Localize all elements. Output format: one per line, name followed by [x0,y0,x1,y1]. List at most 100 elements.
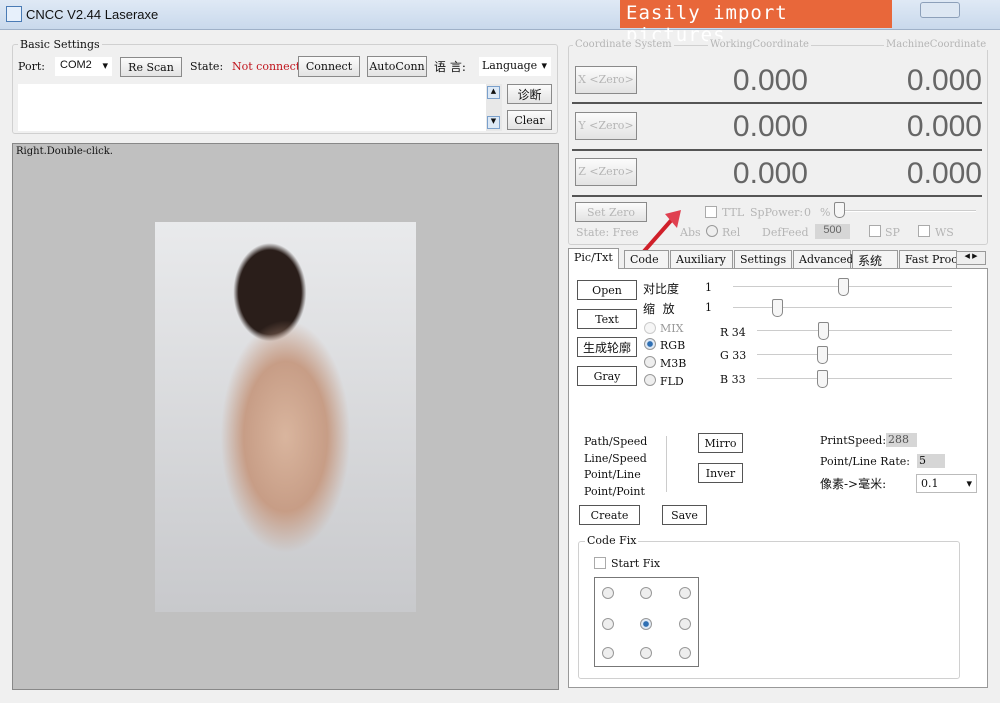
r-label: R [720,326,729,339]
imported-photo [155,222,416,612]
create-button[interactable]: Create [579,505,640,525]
chevron-down-icon: ▾ [966,477,972,490]
open-button[interactable]: Open [577,280,637,300]
r-slider[interactable] [757,330,952,332]
b-value: 33 [731,373,746,386]
text-button[interactable]: Text [577,309,637,329]
y-machine-value: 0.000 [906,110,982,143]
tab-fast-proc[interactable]: Fast Proc [899,250,957,269]
ws-checkbox[interactable] [918,225,930,237]
scale-slider-thumb[interactable] [771,299,783,317]
origin-radio-br[interactable] [679,647,691,659]
rel-radio-label: Rel [722,226,741,239]
b-slider-thumb[interactable] [817,370,828,388]
z-zero-button[interactable]: Z <Zero> [575,158,637,186]
tab-settings[interactable]: Settings [734,250,792,269]
sp-label: SP [885,226,900,239]
px-mm-label: 像素->毫米: [820,477,887,491]
save-button[interactable]: Save [662,505,707,525]
x-working-value: 0.000 [732,64,808,97]
z-working-value: 0.000 [732,157,808,190]
autoconn-button[interactable]: AutoConn [367,56,427,77]
scroll-up-icon[interactable]: ▲ [487,86,500,99]
path-speed-stat: Path/Speed [584,435,648,448]
start-fix-checkbox[interactable] [594,557,606,569]
origin-radio-tl[interactable] [602,587,614,599]
origin-radio-mr[interactable] [679,618,691,630]
connect-button[interactable]: Connect [298,56,360,77]
origin-radio-bl[interactable] [602,647,614,659]
ttl-label: TTL [722,206,745,219]
tab-scroll-arrows[interactable]: ◀ ▶ [956,251,986,265]
chevron-right-icon[interactable]: ▶ [972,252,977,260]
px-mm-select[interactable]: 0.1 ▾ [916,474,977,493]
deffeed-input[interactable]: 500 [815,224,850,239]
diagnose-button[interactable]: 诊断 [507,84,552,104]
port-value: COM2 [60,59,92,71]
ws-label: WS [935,226,954,239]
tab-auxiliary[interactable]: Auxiliary [670,250,733,269]
fld-radio[interactable] [644,374,656,386]
g-slider[interactable] [757,354,952,356]
point-line-stat: Point/Line [584,468,641,482]
rgb-radio[interactable] [644,338,656,350]
sppower-slider-thumb[interactable] [834,202,845,218]
scale-label: 缩 放 [643,302,675,316]
tab-pic-txt[interactable]: Pic/Txt [568,248,619,269]
divider [572,149,982,151]
chevron-left-icon[interactable]: ◀ [964,252,969,260]
b-label: B [720,373,729,386]
y-working-value: 0.000 [732,110,808,143]
m3b-radio[interactable] [644,356,656,368]
contrast-slider-thumb[interactable] [837,278,849,296]
sppower-unit: % [820,206,831,219]
log-scrollbar[interactable]: ▲ ▼ [486,84,502,131]
divider [572,195,982,197]
log-textbox[interactable] [18,84,486,131]
x-zero-button[interactable]: X <Zero> [575,66,637,94]
stats-list: Path/Speed Line/Speed Point/Line Point/P… [584,434,647,501]
sp-checkbox[interactable] [869,225,881,237]
mirror-button[interactable]: Mirro [698,433,743,453]
origin-radio-tc[interactable] [640,587,652,599]
generate-contour-button[interactable]: 生成轮廓 [577,337,637,357]
gray-button[interactable]: Gray [577,366,637,386]
chevron-down-icon: ▾ [541,59,547,72]
y-zero-button[interactable]: Y <Zero> [575,112,637,140]
ttl-checkbox[interactable] [705,206,717,218]
g-slider-thumb[interactable] [817,346,828,364]
mix-radio[interactable] [644,322,656,334]
r-value: 34 [731,326,746,339]
rescan-button[interactable]: Re Scan [120,57,182,77]
origin-radio-tr[interactable] [679,587,691,599]
tab-system[interactable]: 系统 [852,250,898,269]
invert-button[interactable]: Inver [698,463,743,483]
r-slider-thumb[interactable] [818,322,829,340]
coordinate-system-label: Coordinate System [573,39,674,50]
scroll-down-icon[interactable]: ▼ [487,116,500,129]
working-coord-label: WorkingCoordinate [708,39,811,50]
language-select[interactable]: Language ▾ [479,57,551,76]
port-select[interactable]: COM2 ▾ [55,57,112,76]
rate-input[interactable]: 5 [917,454,945,468]
tab-advanced[interactable]: Advanced [793,250,854,269]
point-point-stat: Point/Point [584,485,645,499]
origin-radio-ml[interactable] [602,618,614,630]
origin-radio-bc[interactable] [640,647,652,659]
contrast-label: 对比度 [643,282,680,296]
print-speed-input[interactable]: 288 [886,433,917,447]
origin-radio-center[interactable] [640,618,652,630]
machine-coord-label: MachineCoordinate [884,39,989,50]
sppower-slider[interactable] [836,210,976,212]
rel-radio[interactable] [706,225,718,237]
clear-button[interactable]: Clear [507,110,552,130]
maximize-button[interactable] [920,2,960,18]
scale-slider[interactable] [733,307,952,309]
connection-state: Not connect [232,60,301,73]
scale-value: 1 [705,301,712,314]
basic-settings-label: Basic Settings [18,38,102,51]
b-slider[interactable] [757,378,952,380]
sppower-label: SpPower: [750,206,804,219]
window-title: CNCC V2.44 Laseraxe [26,7,159,22]
tab-code[interactable]: Code [624,250,669,269]
